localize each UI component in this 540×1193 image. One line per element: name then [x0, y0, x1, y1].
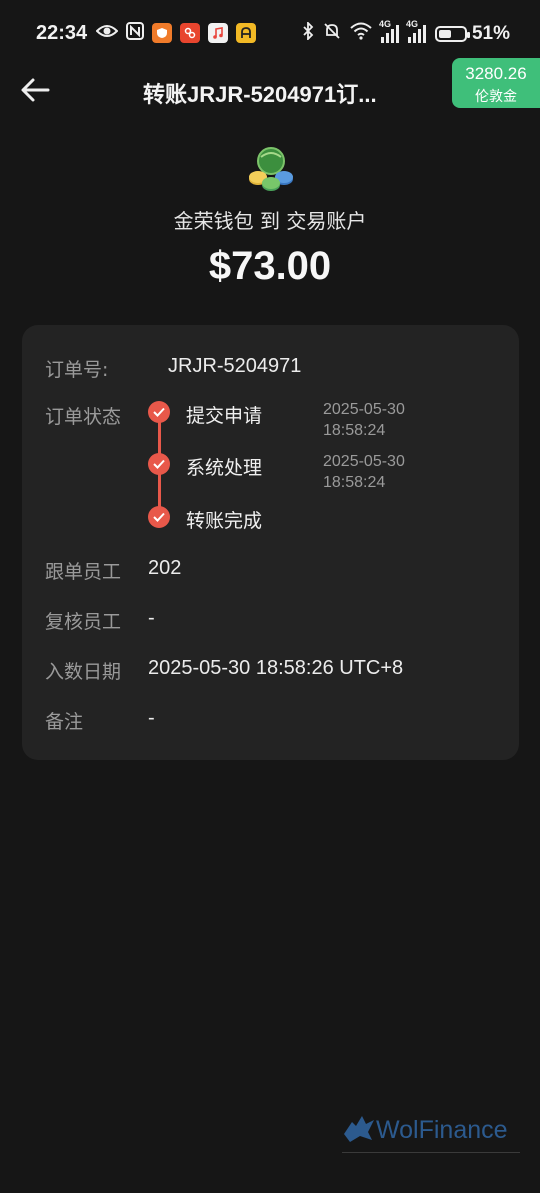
- step-time: 18:58:24: [323, 474, 386, 491]
- step-label: 转账完成: [186, 510, 263, 532]
- signal-icon-1: 4G: [379, 19, 399, 43]
- deposit-date-value: 2025-05-30 18:58:26 UTC+8: [148, 657, 404, 679]
- watermark-text: WolFinance: [376, 1116, 508, 1144]
- step-time: 18:58:24: [323, 422, 386, 439]
- step-label: 提交申请: [186, 405, 263, 427]
- gold-balance-badge[interactable]: 3280.26 伦敦金: [452, 58, 540, 108]
- transfer-amount: $73.00: [208, 244, 332, 288]
- watermark: WolFinance: [342, 1110, 520, 1153]
- notification-icons: [95, 22, 256, 44]
- order-no-label: 订单号:: [45, 359, 109, 381]
- mute-bell-icon: [323, 22, 341, 46]
- staff-label: 跟单员工: [45, 561, 122, 583]
- signal-icon-2: 4G: [406, 19, 426, 43]
- step-check-icon: [148, 401, 170, 423]
- step-date: 2025-05-30: [323, 401, 405, 418]
- network-type-1: 4G: [378, 19, 391, 29]
- deposit-date-label: 入数日期: [45, 661, 122, 683]
- reviewer-label: 复核员工: [45, 611, 122, 633]
- battery-percent: 51%: [471, 23, 510, 44]
- step-date: 2025-05-30: [323, 453, 405, 470]
- remark-value: -: [148, 707, 155, 729]
- battery-icon: [434, 26, 470, 42]
- system-icons: 4G 4G 51%: [302, 19, 510, 46]
- order-detail-card: 订单号: JRJR-5204971 订单状态 提交申请 2025-05-30 1…: [22, 325, 519, 760]
- reviewer-value: -: [148, 607, 155, 629]
- arrow-left-icon: [21, 78, 50, 102]
- top-app-bar: 转账JRJR-5204971订... 3280.26 伦敦金: [0, 58, 540, 120]
- app-icon: [180, 23, 200, 43]
- staff-value: 202: [148, 557, 182, 579]
- remark-label: 备注: [45, 711, 84, 733]
- order-status-label: 订单状态: [45, 406, 122, 428]
- balance-value: 3280.26: [465, 64, 527, 83]
- step-label: 系统处理: [186, 457, 263, 479]
- wolf-logo-icon: [344, 1116, 374, 1142]
- a-app-icon: [236, 23, 256, 43]
- wifi-icon: [350, 22, 372, 46]
- shield-app-icon: [152, 23, 172, 43]
- network-type-2: 4G: [405, 19, 418, 29]
- nfc-icon: [126, 22, 144, 44]
- music-app-icon: [208, 23, 228, 43]
- step-check-icon: [148, 506, 170, 528]
- status-time: 22:34: [36, 22, 88, 44]
- transfer-route: 金荣钱包 到 交易账户: [173, 209, 367, 233]
- bluetooth-icon: [302, 20, 314, 46]
- eye-icon: [95, 23, 119, 43]
- page-title: 转账JRJR-5204971订...: [143, 82, 377, 107]
- back-button[interactable]: [18, 72, 54, 108]
- balance-label: 伦敦金: [475, 89, 517, 105]
- trading-app-logo-icon: [245, 143, 297, 195]
- step-check-icon: [148, 453, 170, 475]
- order-no-value: JRJR-5204971: [168, 355, 302, 377]
